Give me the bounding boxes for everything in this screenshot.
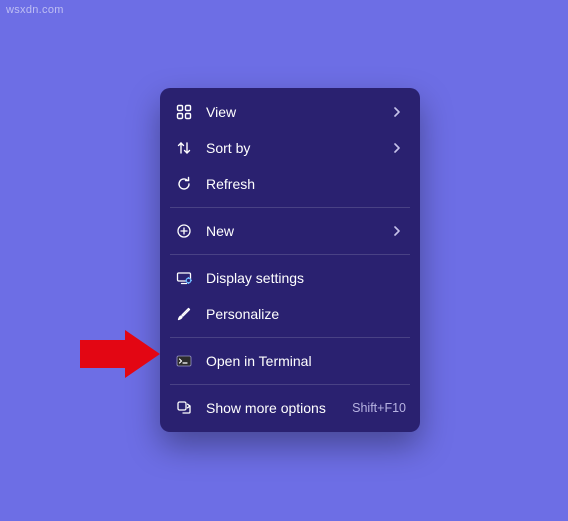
menu-label: New (206, 223, 384, 239)
display-settings-icon (174, 268, 194, 288)
menu-divider (170, 384, 410, 385)
red-callout-arrow (80, 330, 160, 378)
paintbrush-icon (174, 304, 194, 324)
sort-icon (174, 138, 194, 158)
desktop-context-menu: View Sort by (160, 88, 420, 432)
menu-shortcut: Shift+F10 (352, 401, 406, 415)
menu-item-display-settings[interactable]: Display settings (160, 260, 420, 296)
menu-label: Display settings (206, 270, 406, 286)
menu-item-personalize[interactable]: Personalize (160, 296, 420, 332)
menu-divider (170, 337, 410, 338)
menu-label: Personalize (206, 306, 406, 322)
refresh-icon (174, 174, 194, 194)
menu-label: Open in Terminal (206, 353, 406, 369)
watermark-text: wsxdn.com (6, 4, 64, 16)
menu-divider (170, 254, 410, 255)
menu-item-view[interactable]: View (160, 94, 420, 130)
show-more-options-icon (174, 398, 194, 418)
menu-label: Refresh (206, 176, 406, 192)
menu-item-open-terminal[interactable]: Open in Terminal (160, 343, 420, 379)
terminal-icon (174, 351, 194, 371)
menu-item-refresh[interactable]: Refresh (160, 166, 420, 202)
new-plus-circle-icon (174, 221, 194, 241)
menu-label: View (206, 104, 384, 120)
menu-item-show-more-options[interactable]: Show more options Shift+F10 (160, 390, 420, 426)
menu-label: Show more options (206, 400, 342, 416)
chevron-right-icon (392, 105, 406, 119)
chevron-right-icon (392, 224, 406, 238)
menu-item-sort-by[interactable]: Sort by (160, 130, 420, 166)
menu-label: Sort by (206, 140, 384, 156)
chevron-right-icon (392, 141, 406, 155)
menu-item-new[interactable]: New (160, 213, 420, 249)
menu-divider (170, 207, 410, 208)
view-grid-icon (174, 102, 194, 122)
